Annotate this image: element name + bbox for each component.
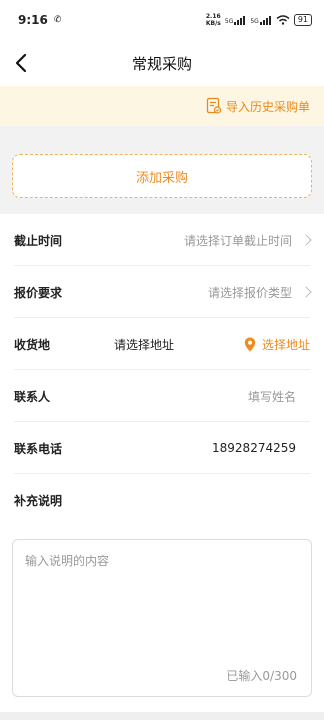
quote-label: 报价要求 [14, 285, 63, 300]
phone-label: 联系电话 [14, 441, 63, 456]
back-button[interactable] [10, 52, 32, 74]
notes-textarea[interactable]: 输入说明的内容 已输入0/300 [12, 539, 312, 697]
purchase-form: 截止时间 请选择订单截止时间 报价要求 请选择报价类型 收货地 请选择地址 选择… [0, 214, 324, 529]
phone-row: 联系电话 18928274259 [0, 422, 324, 474]
add-purchase-label: 添加采购 [135, 170, 188, 186]
add-purchase-button[interactable]: 添加采购 [12, 154, 312, 198]
bottom-strip [0, 712, 324, 720]
select-address-button[interactable]: 选择地址 [244, 336, 310, 353]
battery-indicator: 91 [293, 14, 312, 26]
address-field[interactable]: 请选择地址 [114, 336, 174, 353]
signal-2-label: 5G [250, 17, 259, 25]
chevron-right-icon [300, 286, 312, 298]
quote-placeholder: 请选择报价类型 [207, 285, 292, 300]
deadline-select[interactable]: 请选择订单截止时间 [183, 232, 312, 249]
notes-row: 补充说明 [0, 474, 324, 526]
notes-label: 补充说明 [14, 493, 63, 508]
signal-1-label: 5G [224, 17, 234, 25]
import-document-icon [206, 97, 222, 114]
chevron-right-icon [300, 234, 312, 246]
notes-placeholder: 输入说明的内容 [25, 554, 110, 568]
deadline-label: 截止时间 [14, 233, 63, 248]
deadline-row[interactable]: 截止时间 请选择订单截止时间 [0, 214, 324, 266]
page-title: 常规采购 [131, 54, 192, 73]
select-address-label: 选择地址 [261, 337, 310, 352]
network-speed-unit: KB/s [205, 20, 221, 27]
signal-bars-icon [259, 15, 271, 25]
location-pin-icon [244, 337, 256, 351]
import-history-bar: 导入历史采购单 [0, 86, 324, 126]
quote-row[interactable]: 报价要求 请选择报价类型 [0, 266, 324, 318]
status-left: 9:16 ✆ [18, 13, 61, 27]
notification-icon: ✆ [53, 15, 62, 25]
back-arrow-icon [15, 53, 27, 73]
phone-input[interactable]: 18928274259 [212, 441, 310, 455]
nav-bar: 常规采购 [0, 40, 324, 86]
status-time: 9:16 [18, 13, 48, 27]
notes-counter: 已输入0/300 [226, 669, 297, 683]
import-history-link[interactable]: 导入历史采购单 [226, 98, 310, 115]
signal-1: 5G [224, 15, 246, 25]
deadline-placeholder: 请选择订单截止时间 [183, 233, 292, 248]
network-speed-value: 2.16 [205, 13, 221, 20]
address-label: 收货地 [14, 337, 51, 352]
notes-section: 输入说明的内容 已输入0/300 [0, 529, 324, 720]
status-right: 2.16 KB/s 5G 5G 91 [206, 13, 312, 27]
contact-row: 联系人 填写姓名 [0, 370, 324, 422]
network-speed: 2.16 KB/s [206, 13, 221, 27]
quote-select[interactable]: 请选择报价类型 [207, 284, 312, 301]
signal-2: 5G [250, 15, 271, 25]
status-bar: 9:16 ✆ 2.16 KB/s 5G 5G 91 [0, 0, 324, 40]
signal-bars-icon [234, 15, 246, 25]
contact-input[interactable]: 填写姓名 [248, 388, 310, 405]
address-row: 收货地 请选择地址 选择地址 [0, 318, 324, 370]
contact-label: 联系人 [14, 389, 51, 404]
wifi-icon [276, 15, 290, 25]
